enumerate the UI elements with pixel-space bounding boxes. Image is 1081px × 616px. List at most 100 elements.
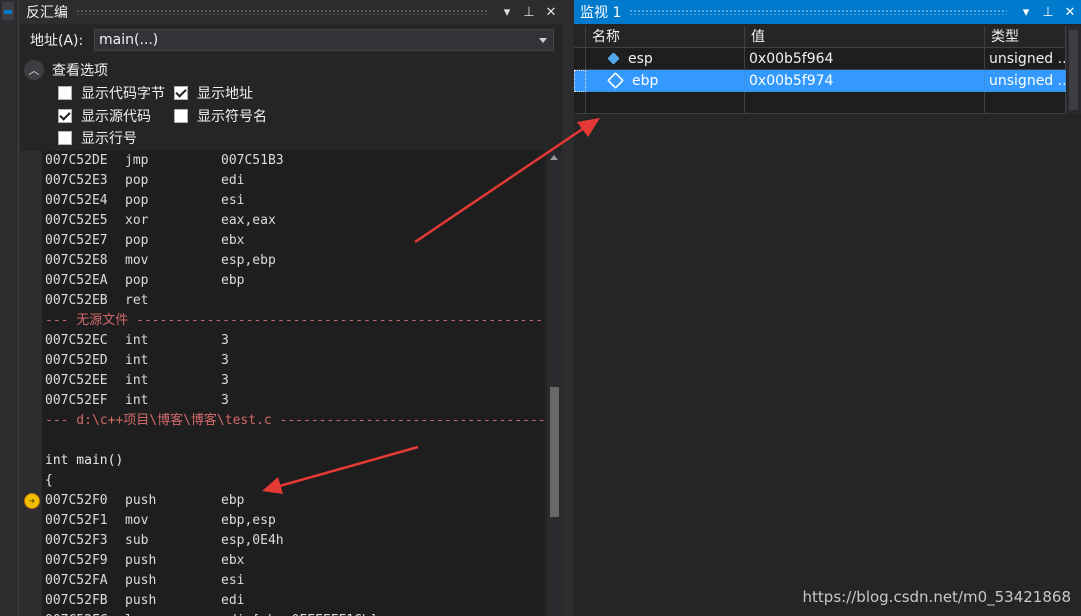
instruction-address: 007C52FC (45, 611, 125, 616)
column-header-value[interactable]: 值 (745, 26, 985, 48)
scroll-up-icon[interactable] (550, 155, 558, 160)
drag-grip[interactable] (76, 9, 488, 15)
option-label: 显示地址 (197, 86, 253, 102)
watch-name-cell-empty[interactable] (586, 92, 745, 114)
instruction-mnemonic: sub (125, 533, 149, 548)
instruction-mnemonic: ret (125, 293, 149, 308)
instruction-operands: 007C51B3 (221, 153, 284, 168)
disasm-line[interactable]: 007C52FCleaedi,[ebp-0FFFFFF1Ch] (45, 611, 378, 616)
disasm-line[interactable]: 007C52FA push esi (45, 571, 244, 591)
close-icon[interactable]: ✕ (1059, 5, 1081, 20)
instruction-address: 007C52DE (45, 153, 108, 168)
close-icon[interactable]: ✕ (540, 5, 562, 20)
source-line[interactable]: { (45, 471, 53, 491)
disasm-line[interactable]: 007C52E5 xor eax,eax (45, 211, 276, 231)
instruction-address: 007C52ED (45, 353, 108, 368)
dropdown-icon[interactable]: ▾ (496, 5, 518, 20)
checkbox[interactable] (174, 86, 188, 100)
disasm-line[interactable]: 007C52E4 pop esi (45, 191, 244, 211)
disasm-line[interactable]: 007C52FB push edi (45, 591, 244, 611)
watch-scrollbar[interactable] (1066, 26, 1081, 114)
pin-icon[interactable]: ⊥ (518, 5, 540, 20)
disasm-line[interactable]: 007C52EE int 3 (45, 371, 229, 391)
disasm-line[interactable]: 007C52F9 push ebx (45, 551, 244, 571)
panel-title: 反汇编 (26, 5, 68, 21)
scroll-thumb[interactable] (550, 387, 559, 517)
source-separator-line[interactable]: --- d:\c++项目\博客\博客\test.c --------------… (45, 411, 545, 431)
disasm-line[interactable]: 007C52EB ret (45, 291, 221, 311)
watch-header-row: 名称 值 类型 (574, 26, 1066, 48)
watch-new-row[interactable] (574, 92, 1066, 114)
disassembly-code-view[interactable]: 007C52DE jmp 007C51B3 007C52E3 pop edi 007C52E… (20, 151, 545, 616)
option-show-source[interactable]: 显示源代码 (58, 106, 151, 126)
disassembly-scrollbar[interactable] (547, 151, 562, 616)
instruction-mnemonic: push (125, 553, 157, 568)
disasm-line[interactable]: 007C52E8 mov esp,ebp (45, 251, 276, 271)
watch-titlebar: 监视 1 ▾ ⊥ ✕ (574, 0, 1081, 24)
instruction-mnemonic: jmp (125, 153, 149, 168)
watch-value[interactable]: 0x00b5f964 (745, 48, 985, 70)
watch-value[interactable]: 0x00b5f974 (745, 70, 985, 92)
instruction-address: 007C52E3 (45, 173, 108, 188)
checkbox[interactable] (58, 109, 72, 123)
instruction-address: 007C52F0 (45, 493, 108, 508)
instruction-operands: esp,ebp (221, 253, 276, 268)
instruction-operands: esp,0E4h (221, 533, 284, 548)
checkbox[interactable] (58, 86, 72, 100)
source-line[interactable]: int main() (45, 451, 123, 471)
column-header-name[interactable]: 名称 (586, 26, 745, 48)
watch-name-cell[interactable]: ebp (586, 70, 745, 92)
panel-title: 监视 1 (580, 5, 622, 21)
instruction-operands: 3 (221, 393, 229, 408)
toolbox-tab-icon[interactable] (2, 2, 14, 20)
disasm-line[interactable]: 007C52E7 pop ebx (45, 231, 244, 251)
panel-splitter[interactable] (562, 0, 574, 616)
option-show-code-bytes[interactable]: 显示代码字节 (58, 83, 165, 103)
checkbox[interactable] (58, 131, 72, 145)
chevron-down-icon[interactable] (539, 38, 547, 43)
disasm-line[interactable]: 007C52F1 mov ebp,esp (45, 511, 276, 531)
disasm-line[interactable]: 007C52ED int 3 (45, 351, 229, 371)
disasm-line[interactable]: 007C52DE jmp 007C51B3 (45, 151, 284, 171)
collapse-icon[interactable]: ︿ (24, 60, 44, 80)
instruction-operands: ebp,esp (221, 513, 276, 528)
instruction-operands: esi (221, 573, 245, 588)
breakpoint-gutter[interactable] (20, 151, 42, 616)
disasm-line[interactable]: 007C52E3 pop edi (45, 171, 244, 191)
watch-row-selected[interactable]: ebp 0x00b5f974 unsigned ... (574, 70, 1066, 92)
watch-panel: 监视 1 ▾ ⊥ ✕ 名称 值 类型 esp 0x00b5f964 unsign… (574, 0, 1081, 616)
address-combobox[interactable]: main(...) (94, 29, 554, 51)
instruction-mnemonic: int (125, 393, 149, 408)
dropdown-icon[interactable]: ▾ (1015, 5, 1037, 20)
disasm-line[interactable]: 007C52F0 push ebp (45, 491, 244, 511)
row-indicator (574, 92, 586, 114)
option-label: 显示符号名 (197, 109, 267, 125)
instruction-address: 007C52FB (45, 593, 108, 608)
instruction-mnemonic: push (125, 493, 157, 508)
source-separator-line[interactable]: --- 无源文件 -------------------------------… (45, 311, 545, 331)
instruction-mnemonic: pop (125, 233, 149, 248)
instruction-address: 007C52E4 (45, 193, 108, 208)
disasm-line[interactable]: 007C52EF int 3 (45, 391, 229, 411)
scroll-thumb[interactable] (1069, 30, 1078, 110)
option-show-address[interactable]: 显示地址 (174, 83, 253, 103)
watch-row[interactable]: esp 0x00b5f964 unsigned ... (574, 48, 1066, 70)
disasm-line[interactable]: 007C52EA pop ebp (45, 271, 244, 291)
pin-icon[interactable]: ⊥ (1037, 5, 1059, 20)
column-header-type[interactable]: 类型 (985, 26, 1066, 48)
checkbox[interactable] (174, 109, 188, 123)
watch-value-empty (745, 92, 985, 114)
drag-grip[interactable] (629, 9, 1007, 15)
watch-name: esp (628, 50, 653, 67)
instruction-operands: ebp (221, 273, 245, 288)
watch-name-cell[interactable]: esp (586, 48, 745, 70)
current-instruction-arrow-icon[interactable]: ➔ (24, 493, 40, 509)
disasm-line[interactable]: 007C52EC int 3 (45, 331, 229, 351)
instruction-mnemonic: pop (125, 273, 149, 288)
option-show-symbol-names[interactable]: 显示符号名 (174, 106, 267, 126)
instruction-mnemonic: xor (125, 213, 149, 228)
instruction-mnemonic: push (125, 573, 157, 588)
disasm-line[interactable]: 007C52F3 sub esp,0E4h (45, 531, 284, 551)
watch-grid: 名称 值 类型 esp 0x00b5f964 unsigned ... ebp … (574, 26, 1081, 114)
option-show-line-numbers[interactable]: 显示行号 (58, 128, 137, 148)
